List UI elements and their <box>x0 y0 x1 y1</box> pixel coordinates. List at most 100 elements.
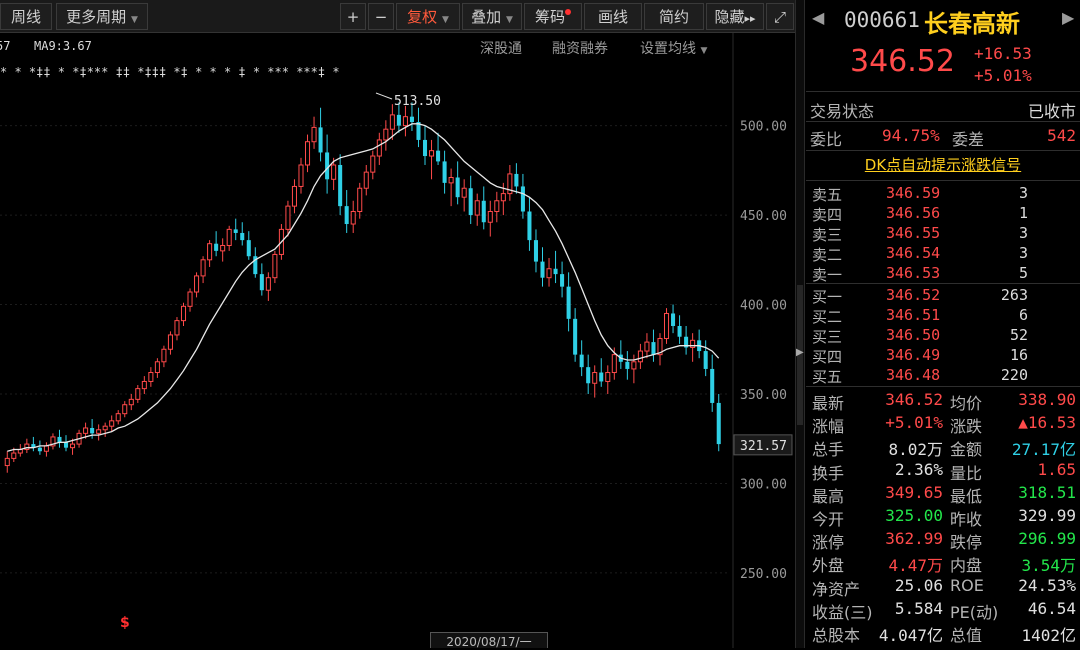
candle-body <box>703 351 708 369</box>
candle-body <box>338 164 343 207</box>
candle-body <box>4 457 10 467</box>
ask-level-label: 卖四 <box>812 206 843 224</box>
stat-value: 346.52 <box>885 390 943 409</box>
overlay-dropdown[interactable]: 叠加 ▼ <box>462 3 522 30</box>
stat-label: 昨收 <box>950 510 983 529</box>
stat-value: 338.90 <box>1018 390 1076 409</box>
stat-label: 收益(三) <box>812 602 873 622</box>
candle-body <box>200 259 206 277</box>
restore-rights-dropdown[interactable]: 复权 ▼ <box>396 3 460 30</box>
draw-button[interactable]: 画线 <box>584 3 642 30</box>
bid-level-row[interactable]: 买四 346.49 16 <box>806 346 1080 366</box>
ask-level-row[interactable]: 卖一 346.53 5 <box>806 264 1080 284</box>
stat-label: 跌停 <box>950 533 983 553</box>
arrow-right-icon: ▶ <box>796 347 804 358</box>
stat-label: 涨幅 <box>812 417 845 437</box>
stat-value: 24.53% <box>1018 575 1076 595</box>
price-change: +16.53 <box>974 44 1032 63</box>
stat-label: 金额 <box>950 440 983 460</box>
ask-level-row[interactable]: 卖三 346.55 3 <box>806 224 1080 244</box>
stat-label: 总股本 <box>812 626 861 645</box>
kline-chart-area[interactable]: 57 MA9:3.67 深股通 融资融券 设置均线 ▼ 500.00450.00… <box>0 33 795 648</box>
stat-row: 涨幅 +5.01% 涨跌 ▲16.53 <box>806 413 1080 436</box>
candle-body <box>141 380 147 390</box>
simple-button[interactable]: 简约 <box>644 3 704 30</box>
dollar-marker: $ <box>120 615 130 631</box>
bid-level-row[interactable]: 买二 346.51 6 <box>806 306 1080 326</box>
stat-value: 296.99 <box>1018 529 1076 549</box>
candle-body <box>671 313 676 327</box>
ask-level-row[interactable]: 卖二 346.54 3 <box>806 244 1080 264</box>
kline-svg[interactable]: 500.00 450.00 400.00 350.00 300.00 250.00 321.… <box>0 33 795 648</box>
candle-body <box>226 228 232 246</box>
stat-row: 总手 8.02万 金额 27.17亿 <box>806 436 1080 459</box>
ask-level-price: 346.55 <box>886 224 941 242</box>
hide-button[interactable]: 隐藏▸▸ <box>706 3 764 30</box>
ask-level-price: 346.56 <box>886 204 941 222</box>
candle-body <box>474 200 480 216</box>
order-ratio-row: 委比 94.75% 委差 542 <box>806 126 1080 149</box>
candle-body <box>592 372 598 384</box>
stat-value: 1.65 <box>1037 459 1076 479</box>
next-stock-icon[interactable]: ▶ <box>1062 8 1074 27</box>
zoom-in-button[interactable]: + <box>340 3 366 30</box>
stat-row: 最新 346.52 均价 338.90 <box>806 390 1080 413</box>
ask-level-row[interactable]: 卖四 346.56 1 <box>806 204 1080 224</box>
more-periods-dropdown[interactable]: 更多周期 ▼ <box>56 3 148 30</box>
y-tick-label: 350.00 <box>740 388 787 403</box>
stat-label: 外盘 <box>812 556 845 576</box>
prev-stock-icon[interactable]: ◀ <box>812 8 824 27</box>
stat-label: 换手 <box>812 463 845 483</box>
stat-row: 最高 349.65 最低 318.51 <box>806 483 1080 506</box>
candle-body <box>214 243 219 251</box>
candle-body <box>605 372 611 382</box>
stat-value: 27.17亿 <box>1011 440 1076 460</box>
candle-body <box>540 261 545 278</box>
stat-label: 净资产 <box>812 579 861 599</box>
collapse-panel-handle[interactable]: ▶ <box>796 285 804 425</box>
bid-level-price: 346.52 <box>886 286 941 304</box>
candle-body <box>546 268 552 279</box>
bid-level-row[interactable]: 买五 346.48 220 <box>806 366 1080 386</box>
candle-body <box>311 126 317 143</box>
weekly-button[interactable]: 周线 <box>0 3 52 30</box>
ask-level-row[interactable]: 卖五 346.59 3 <box>806 184 1080 204</box>
stat-label: 均价 <box>950 394 983 413</box>
stat-row: 总股本 4.047亿 总值 1402亿 <box>806 622 1080 645</box>
chips-button[interactable]: 筹码 <box>524 3 582 30</box>
candle-body <box>70 443 76 449</box>
candle-body <box>350 210 356 225</box>
dk-signal-link[interactable]: DK点自动提示涨跌信号 <box>806 154 1080 178</box>
double-chevron-right-icon: ▸▸ <box>744 12 756 25</box>
price-change-pct: +5.01% <box>974 66 1032 85</box>
candle-body <box>298 164 304 187</box>
stat-label: 总手 <box>812 440 845 460</box>
current-price: 346.52 <box>850 44 955 79</box>
order-diff-label: 委差 <box>952 130 985 149</box>
overlay-label: 叠加 <box>471 8 502 26</box>
bid-level-label: 买四 <box>812 348 843 366</box>
candle-body <box>63 442 69 448</box>
candle-body <box>461 187 467 198</box>
stat-value: 2.36% <box>894 459 943 479</box>
candle-body <box>96 429 102 434</box>
stat-row: 今开 325.00 昨收 329.99 <box>806 506 1080 529</box>
stat-value: 46.54 <box>1027 598 1076 618</box>
bid-level-label: 买二 <box>812 308 843 326</box>
candle-body <box>344 206 349 225</box>
candle-body <box>240 232 245 241</box>
candle-body <box>194 275 200 293</box>
bid-level-row[interactable]: 买三 346.50 52 <box>806 326 1080 346</box>
candle-body <box>57 436 62 443</box>
candle-body <box>318 127 323 153</box>
zoom-out-button[interactable]: − <box>368 3 394 30</box>
candle-body <box>520 186 525 212</box>
candle-body <box>325 152 330 180</box>
candle-body <box>663 312 670 340</box>
fullscreen-icon[interactable]: ⤢ <box>766 3 794 30</box>
bid-level-row[interactable]: 买一 346.52 263 <box>806 286 1080 306</box>
candle-body <box>448 177 454 184</box>
stock-name: 长春高新 <box>924 10 1020 38</box>
chevron-down-icon: ▼ <box>130 15 138 25</box>
candle-body <box>363 171 369 189</box>
